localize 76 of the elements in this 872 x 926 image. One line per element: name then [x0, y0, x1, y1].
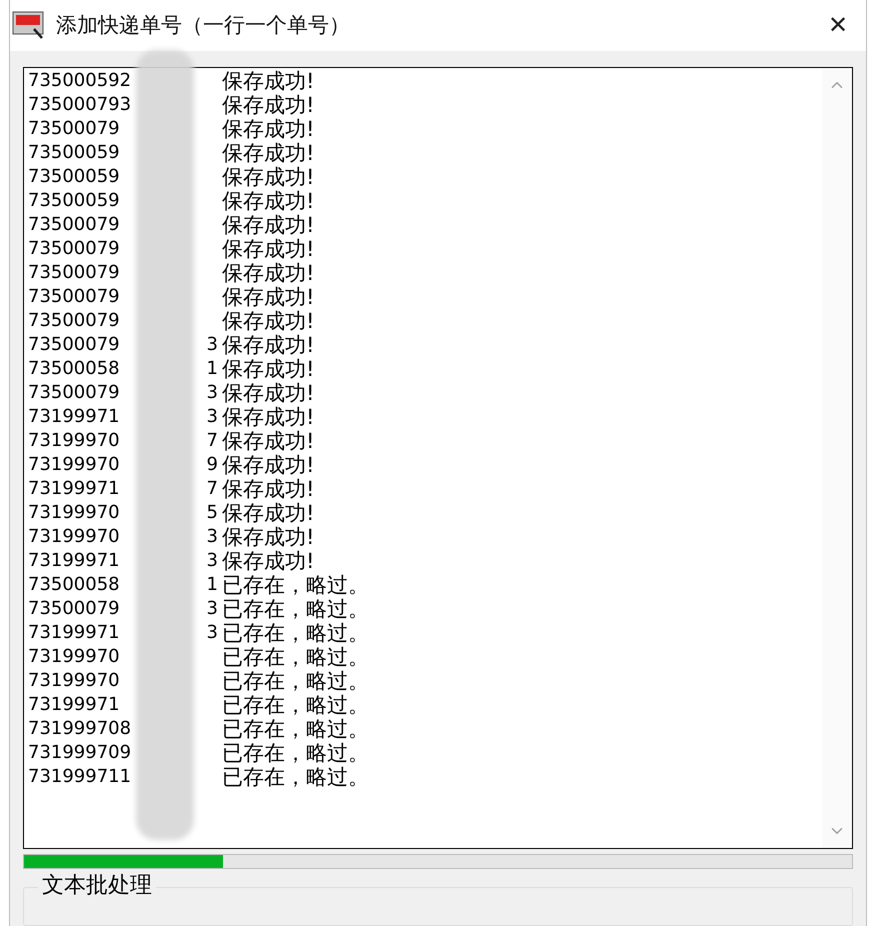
- status-message: 保存成功!: [222, 332, 314, 357]
- status-message: 保存成功!: [222, 116, 314, 141]
- status-message: 保存成功!: [222, 92, 314, 117]
- status-message: 保存成功!: [222, 476, 314, 501]
- status-message: 保存成功!: [222, 524, 314, 549]
- status-message: 已存在，略过。: [222, 620, 369, 645]
- tracking-number: 735000793: [28, 92, 132, 117]
- tracking-number: 73199971: [28, 476, 121, 501]
- tracking-number: 73500079: [28, 284, 121, 309]
- status-message: 保存成功!: [222, 188, 314, 213]
- status-message: 已存在，略过。: [222, 764, 369, 789]
- number-digit: 1: [206, 572, 218, 597]
- number-digit: 3: [206, 404, 218, 429]
- close-button[interactable]: ✕: [818, 5, 858, 46]
- tracking-number: 73199971: [28, 548, 121, 573]
- number-digit: 7: [206, 428, 218, 453]
- tracking-number: 73500059: [28, 140, 121, 165]
- tracking-number: 73500079: [28, 380, 121, 405]
- tracking-number: 73199970: [28, 500, 121, 525]
- number-digit: 3: [206, 596, 218, 621]
- status-message: 保存成功!: [222, 284, 314, 309]
- number-digit: 3: [206, 332, 218, 357]
- status-message: 已存在，略过。: [222, 692, 369, 717]
- number-digit: 3: [206, 548, 218, 573]
- window-title: 添加快递单号（一行一个单号）: [56, 12, 350, 39]
- number-digit: 1: [206, 356, 218, 381]
- tracking-number: 73199971: [28, 692, 121, 717]
- tracking-number: 73199970: [28, 644, 121, 669]
- number-digit: 5: [206, 500, 218, 525]
- status-message: 已存在，略过。: [222, 644, 369, 669]
- tracking-number: 731999709: [28, 740, 132, 765]
- tracking-number: 73199971: [28, 404, 121, 429]
- status-message: 保存成功!: [222, 68, 314, 93]
- app-icon: [12, 11, 44, 40]
- tracking-number: 73199971: [28, 620, 121, 645]
- status-message: 保存成功!: [222, 428, 314, 453]
- tracking-number: 73500079: [28, 260, 121, 285]
- status-message: 已存在，略过。: [222, 716, 369, 741]
- status-message: 保存成功!: [222, 548, 314, 573]
- number-digit: 7: [206, 476, 218, 501]
- status-message: 保存成功!: [222, 140, 314, 165]
- number-digit: 9: [206, 452, 218, 477]
- status-message: 已存在，略过。: [222, 572, 369, 597]
- status-message: 保存成功!: [222, 404, 314, 429]
- tracking-number: 73500079: [28, 308, 121, 333]
- tracking-number: 73500059: [28, 164, 121, 189]
- tracking-number: 731999708: [28, 716, 132, 741]
- status-message: 保存成功!: [222, 308, 314, 333]
- status-message: 保存成功!: [222, 260, 314, 285]
- status-message: 保存成功!: [222, 500, 314, 525]
- number-digit: 3: [206, 380, 218, 405]
- tracking-number: 73500079: [28, 596, 121, 621]
- tracking-number: 73500079: [28, 212, 121, 237]
- tracking-number: 73199970: [28, 452, 121, 477]
- tracking-number: 73500079: [28, 116, 121, 141]
- status-message: 已存在，略过。: [222, 668, 369, 693]
- status-message: 已存在，略过。: [222, 596, 369, 621]
- number-digit: 3: [206, 524, 218, 549]
- number-digit: 3: [206, 620, 218, 645]
- status-message: 保存成功!: [222, 164, 314, 189]
- status-message: 保存成功!: [222, 356, 314, 381]
- tracking-number: 73199970: [28, 668, 121, 693]
- tracking-number: 73199970: [28, 524, 121, 549]
- status-message: 已存在，略过。: [222, 740, 369, 765]
- tracking-number: 73500059: [28, 188, 121, 213]
- tracking-number: 73500058: [28, 572, 121, 597]
- status-message: 保存成功!: [222, 236, 314, 261]
- tracking-number: 731999711: [28, 764, 132, 789]
- status-message: 保存成功!: [222, 452, 314, 477]
- status-message: 保存成功!: [222, 212, 314, 237]
- tracking-number: 73500058: [28, 356, 121, 381]
- tracking-number: 735000592: [28, 68, 132, 93]
- tracking-number: 73500079: [28, 236, 121, 261]
- tracking-number: 73500079: [28, 332, 121, 357]
- tracking-number: 73199970: [28, 428, 121, 453]
- status-message: 保存成功!: [222, 380, 314, 405]
